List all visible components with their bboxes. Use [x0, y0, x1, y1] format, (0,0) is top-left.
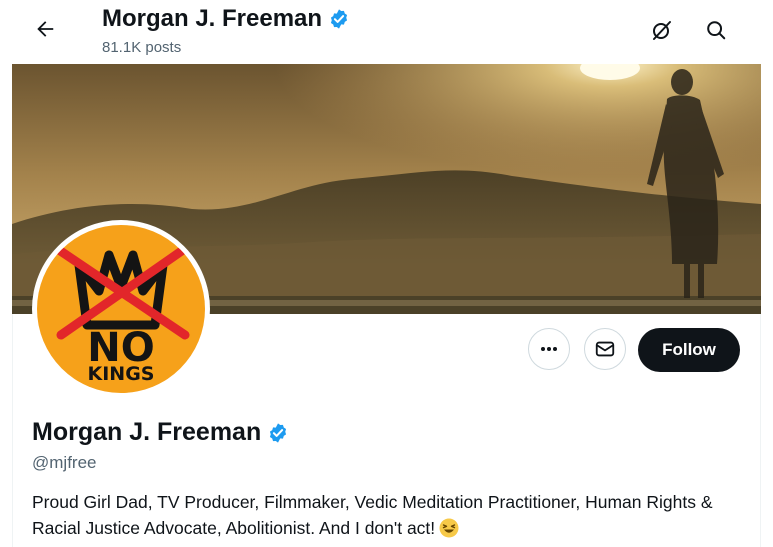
profile-header-bar: Morgan J. Freeman 81.1K posts	[12, 0, 761, 64]
avatar-container[interactable]: NO KINGS	[32, 220, 210, 398]
profile-display-name: Morgan J. Freeman	[32, 418, 262, 446]
search-icon	[707, 21, 726, 40]
header-title: Morgan J. Freeman	[102, 5, 350, 33]
grok-button[interactable]	[644, 12, 680, 48]
back-button[interactable]	[28, 12, 62, 46]
follow-button[interactable]: Follow	[638, 328, 740, 372]
profile-handle: @mjfree	[32, 453, 97, 472]
search-button[interactable]	[698, 12, 734, 48]
verified-badge-icon	[270, 422, 287, 443]
right-gutter	[760, 0, 773, 547]
profile-bio: Proud Girl Dad, TV Producer, Filmmaker, …	[32, 489, 732, 541]
laughing-emoji-icon	[439, 518, 459, 538]
profile-name-row: Morgan J. Freeman	[32, 418, 289, 447]
avatar-text-kings: KINGS	[87, 363, 155, 385]
grok-icon	[653, 21, 671, 40]
avatar: NO KINGS	[37, 225, 205, 393]
post-count: 81.1K posts	[102, 39, 182, 56]
back-arrow-icon	[37, 21, 54, 37]
profile-bio-text: Proud Girl Dad, TV Producer, Filmmaker, …	[32, 492, 713, 538]
message-button[interactable]	[584, 328, 626, 370]
header-display-name: Morgan J. Freeman	[102, 5, 323, 32]
more-options-button[interactable]	[528, 328, 570, 370]
mail-icon	[595, 341, 615, 357]
more-icon	[541, 347, 557, 351]
verified-badge-icon	[330, 9, 348, 29]
